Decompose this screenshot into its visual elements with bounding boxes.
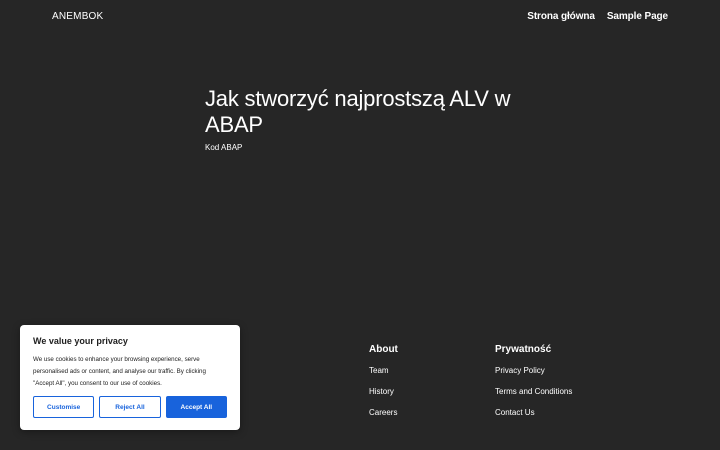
nav-item-sample-page[interactable]: Sample Page [607, 11, 668, 22]
cookie-consent-text: We use cookies to enhance your browsing … [33, 356, 206, 387]
site-logo[interactable]: ANEMBOK [52, 11, 103, 22]
cookie-consent-title: We value your privacy [33, 336, 128, 346]
footer-link-terms[interactable]: Terms and Conditions [495, 387, 572, 396]
post-title: Jak stworzyć najprostszą ALV w ABAP [205, 86, 511, 137]
footer-about-column: About Team History Careers [369, 344, 398, 429]
footer-link-team[interactable]: Team [369, 366, 398, 375]
cookie-consent-buttons: Customise Reject All Accept All [33, 396, 227, 418]
footer-privacy-heading: Prywatność [495, 344, 552, 355]
reject-all-button[interactable]: Reject All [99, 396, 161, 418]
post-category-link[interactable]: Kod ABAP [205, 143, 242, 152]
footer-link-careers[interactable]: Careers [369, 408, 398, 417]
nav-item-home[interactable]: Strona główna [527, 11, 595, 22]
cookie-consent-banner: We value your privacy We use cookies to … [20, 325, 240, 430]
footer-link-contact[interactable]: Contact Us [495, 408, 572, 417]
customise-button[interactable]: Customise [33, 396, 95, 418]
footer-about-heading: About [369, 344, 398, 355]
main-nav: Strona główna Sample Page [527, 11, 668, 22]
footer-link-history[interactable]: History [369, 387, 398, 396]
footer-privacy-column: Prywatność Privacy Policy Terms and Cond… [495, 344, 572, 429]
accept-all-button[interactable]: Accept All [165, 396, 227, 418]
footer-link-privacy-policy[interactable]: Privacy Policy [495, 366, 572, 375]
